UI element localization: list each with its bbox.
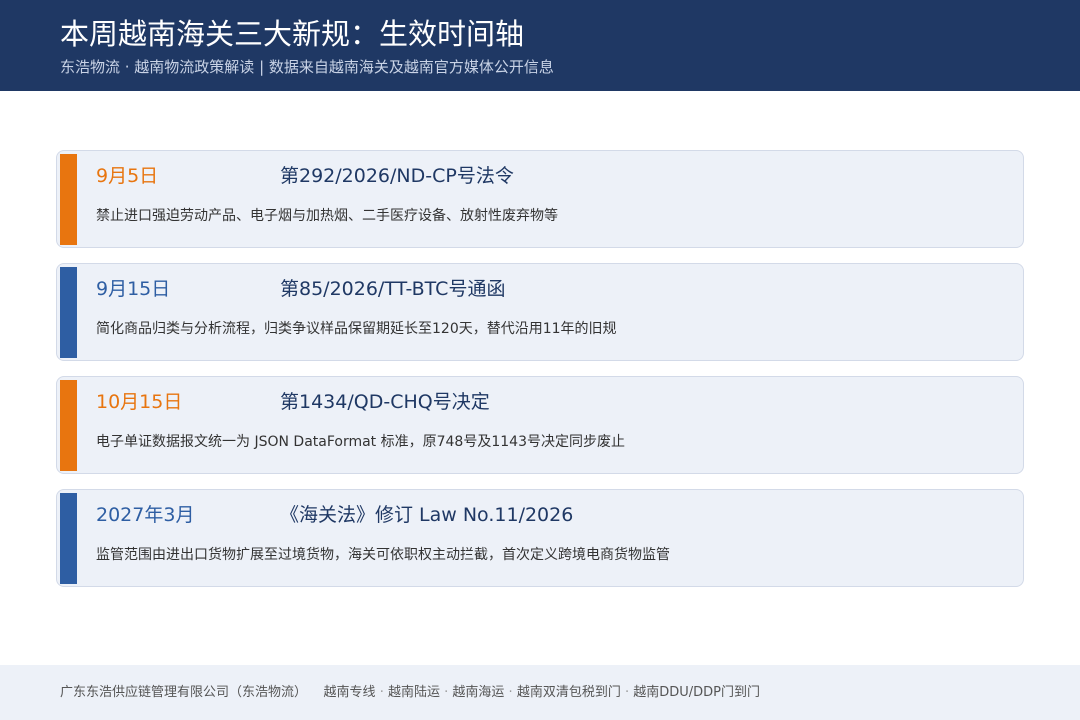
footer-company: 广东东浩供应链管理有限公司（东浩物流） [60,685,308,700]
footer-separator: · [624,685,634,700]
timeline-accent-bar [60,154,77,245]
page-subtitle: 东浩物流 · 越南物流政策解读 | 数据来自越南海关及越南官方媒体公开信息 [60,58,554,76]
timeline-accent-bar [60,493,77,584]
footer-separator: · [508,685,517,700]
timeline-description: 简化商品归类与分析流程，归类争议样品保留期延长至120天，替代沿用11年的旧规 [96,321,617,337]
footer: 广东东浩供应链管理有限公司（东浩物流） 越南专线 · 越南陆运 · 越南海运 ·… [0,665,1080,720]
footer-separator: · [379,685,388,700]
footer-service: 越南双清包税到门 [516,685,621,700]
timeline-document: 第292/2026/ND-CP号法令 [280,165,514,187]
timeline: 9月5日 第292/2026/ND-CP号法令 禁止进口强迫劳动产品、电子烟与加… [56,150,1024,602]
footer-text: 广东东浩供应链管理有限公司（东浩物流） 越南专线 · 越南陆运 · 越南海运 ·… [60,683,760,703]
timeline-date: 2027年3月 [96,504,195,526]
footer-service: 越南陆运 [387,685,440,700]
timeline-card: 10月15日 第1434/QD-CHQ号决定 电子单证数据报文统一为 JSON … [56,376,1024,474]
timeline-date: 9月5日 [96,165,159,187]
timeline-date: 10月15日 [96,391,183,413]
timeline-card: 2027年3月 《海关法》修订 Law No.11/2026 监管范围由进出口货… [56,489,1024,587]
timeline-date: 9月15日 [96,278,171,300]
timeline-description: 电子单证数据报文统一为 JSON DataFormat 标准，原748号及114… [96,434,625,450]
timeline-document: 第85/2026/TT-BTC号通函 [280,278,506,300]
header: 本周越南海关三大新规：生效时间轴 东浩物流 · 越南物流政策解读 | 数据来自越… [0,0,1080,91]
page-title: 本周越南海关三大新规：生效时间轴 [60,17,525,51]
timeline-description: 监管范围由进出口货物扩展至过境货物，海关可依职权主动拦截，首次定义跨境电商货物监… [96,547,670,563]
timeline-card: 9月5日 第292/2026/ND-CP号法令 禁止进口强迫劳动产品、电子烟与加… [56,150,1024,248]
footer-service: 越南专线 [323,685,376,700]
timeline-document: 第1434/QD-CHQ号决定 [280,391,490,413]
footer-service: 越南海运 [452,685,505,700]
page: 本周越南海关三大新规：生效时间轴 东浩物流 · 越南物流政策解读 | 数据来自越… [0,0,1080,720]
timeline-document: 《海关法》修订 Law No.11/2026 [280,504,574,526]
timeline-accent-bar [60,380,77,471]
footer-service: 越南DDU/DDP门到门 [633,685,761,700]
timeline-card: 9月15日 第85/2026/TT-BTC号通函 简化商品归类与分析流程，归类争… [56,263,1024,361]
timeline-description: 禁止进口强迫劳动产品、电子烟与加热烟、二手医疗设备、放射性废弃物等 [96,208,558,224]
timeline-accent-bar [60,267,77,358]
